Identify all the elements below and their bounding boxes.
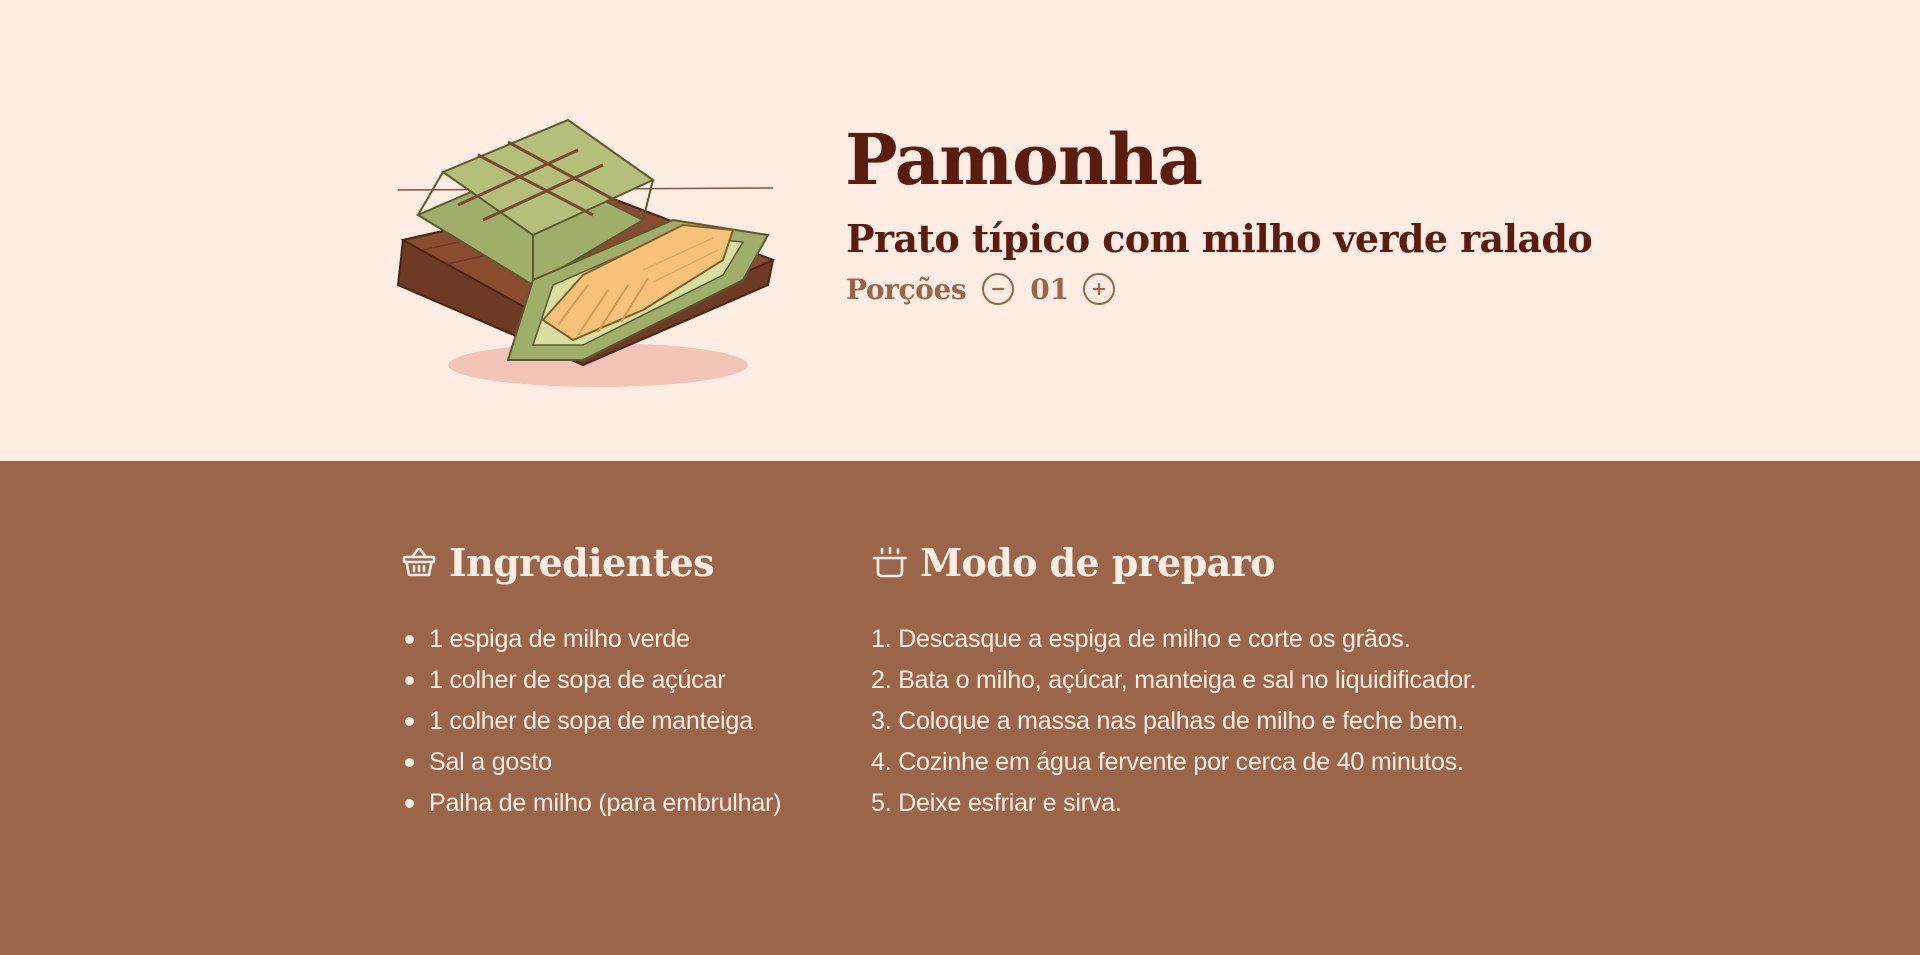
bullet [405,799,414,808]
ingredients-heading-text: Ingredientes [449,539,715,585]
bullet [405,758,414,767]
pamonha-illustration [383,110,788,405]
recipe-subtitle: Prato típico com milho verde ralado [846,216,1593,261]
ingredient-text: 1 colher de sopa de manteiga [429,707,753,735]
recipe-header: Pamonha Prato típico com milho verde ral… [0,0,1920,461]
bullet [405,676,414,685]
servings-control: Porções 01 [846,268,1116,310]
increase-servings-button[interactable] [1083,273,1116,305]
ingredient-text: Sal a gosto [429,748,552,776]
minus-icon [992,287,1005,291]
list-item: 3. Coloque a massa nas palhas de milho e… [871,707,1464,735]
plus-icon [1093,282,1106,296]
list-item: 1 espiga de milho verde [405,619,781,660]
list-item: 4. Cozinhe em água fervente por cerca de… [871,748,1464,776]
list-item: 5. Deixe esfriar e sirva. [871,789,1122,817]
ingredients-heading: Ingredientes [401,536,715,588]
list-item: Palha de milho (para embrulhar) [405,783,782,824]
ingredients-list: 1 espiga de milho verde 1 colher de sopa… [405,619,782,824]
cooking-pot-icon [872,544,908,580]
preparation-heading-text: Modo de preparo [920,539,1275,585]
preparation-list: 1. Descasque a espiga de milho e corte o… [871,619,1477,824]
list-item: 1 colher de sopa de manteiga [405,701,781,742]
basket-icon [401,544,437,580]
bullet [405,635,414,644]
ingredient-text: 1 espiga de milho verde [429,625,690,653]
servings-count: 01 [1030,272,1070,306]
ingredient-text: 1 colher de sopa de açúcar [429,666,726,694]
list-item: 1. Descasque a espiga de milho e corte o… [871,625,1411,653]
recipe-title: Pamonha [845,118,1203,201]
preparation-heading: Modo de preparo [872,536,1275,588]
bullet [405,717,414,726]
list-item: Sal a gosto [405,742,781,783]
servings-label: Porções [846,272,967,306]
ingredient-text: Palha de milho (para embrulhar) [429,789,782,817]
list-item: 2. Bata o milho, açúcar, manteiga e sal … [871,666,1477,694]
decrease-servings-button[interactable] [982,273,1015,305]
list-item: 1 colher de sopa de açúcar [405,660,781,701]
